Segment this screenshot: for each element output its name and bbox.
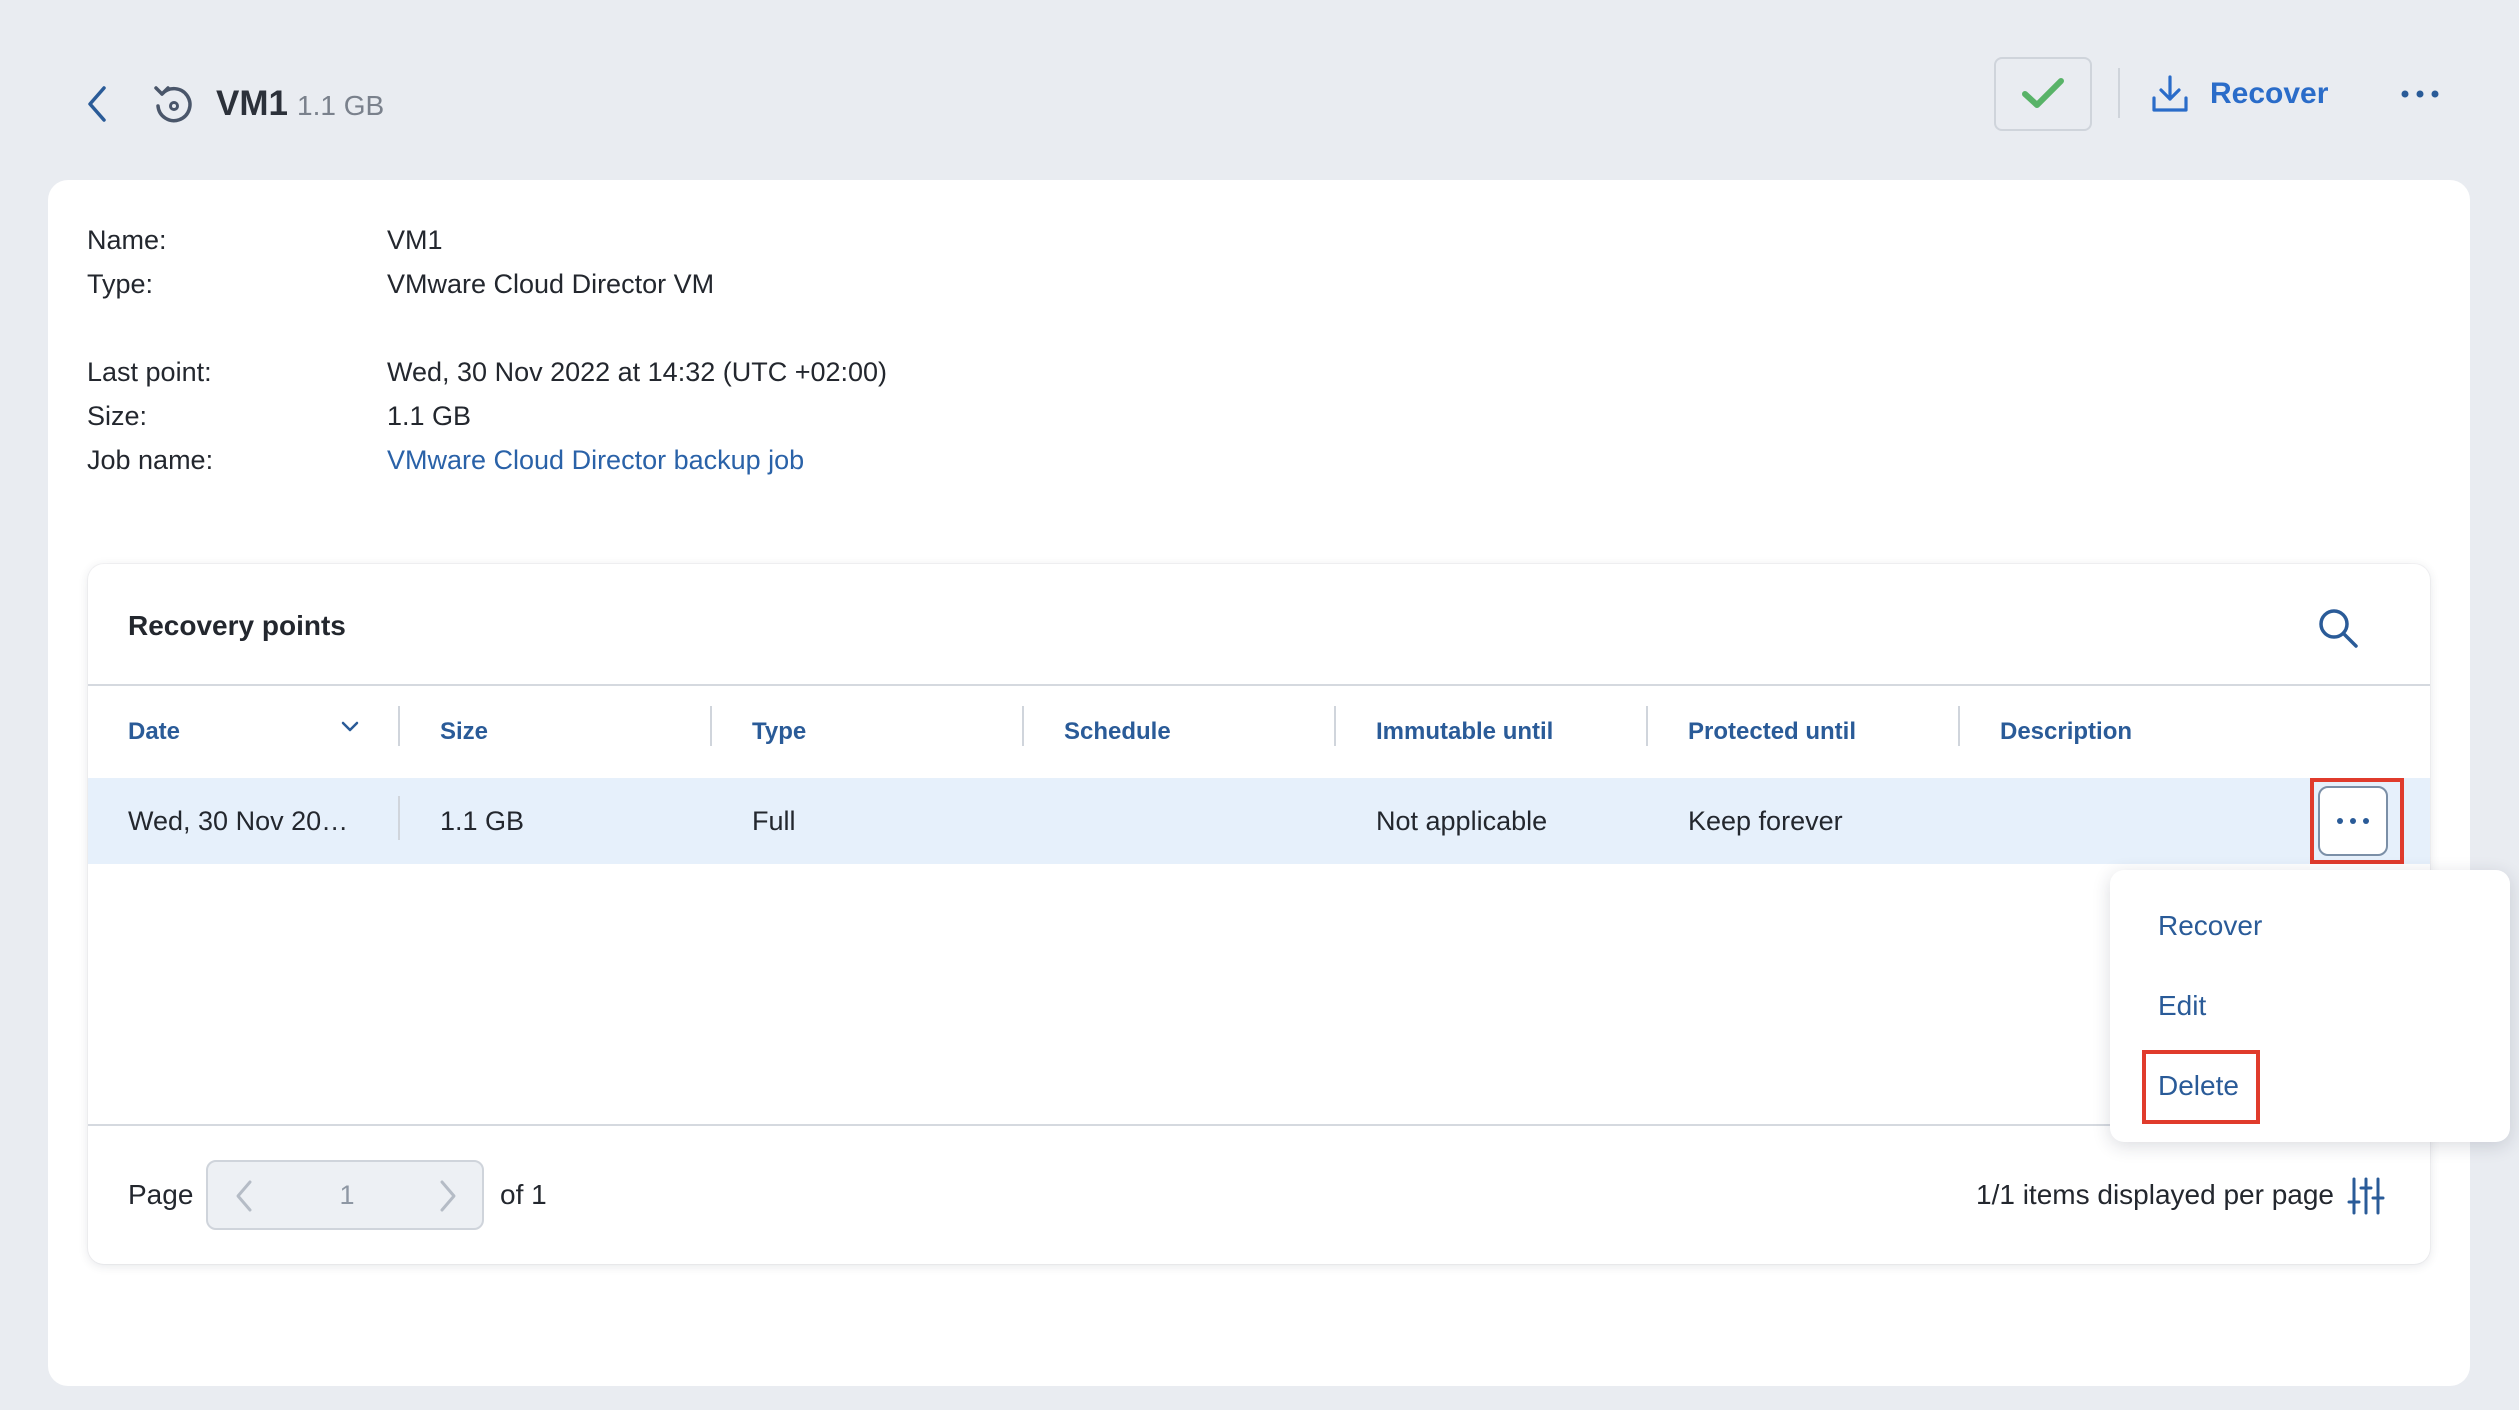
sliders-icon[interactable] xyxy=(2346,1176,2386,1216)
table-row[interactable]: Wed, 30 Nov 20… 1.1 GB Full Not applicab… xyxy=(88,778,2430,864)
column-header-label: Type xyxy=(752,718,807,745)
restore-icon xyxy=(154,86,192,123)
highlight-box xyxy=(2142,1050,2260,1124)
column-header-protected-until[interactable]: Protected until xyxy=(1648,686,1958,778)
pager xyxy=(206,1160,484,1230)
column-header-immutable-until[interactable]: Immutable until xyxy=(1336,686,1646,778)
details-card: Name: VM1 Type: VMware Cloud Director VM… xyxy=(48,180,2470,1386)
page-header: VM1 1.1 GB Recover xyxy=(0,0,2519,180)
size-value: 1.1 GB xyxy=(387,401,472,431)
job-name-label: Job name: xyxy=(87,445,214,475)
check-button[interactable] xyxy=(1994,57,2092,131)
cell-description xyxy=(1960,778,2300,864)
last-point-value: Wed, 30 Nov 2022 at 14:32 (UTC +02:00) xyxy=(387,357,888,387)
column-header-label: Immutable until xyxy=(1376,718,1554,745)
recover-button-label: Recover xyxy=(2210,77,2329,110)
column-header-label: Protected until xyxy=(1688,718,1857,745)
download-icon xyxy=(2152,75,2188,112)
search-icon[interactable] xyxy=(2316,606,2360,650)
type-label: Type: xyxy=(87,269,154,299)
cell-size: 1.1 GB xyxy=(440,805,525,836)
chevron-right-icon[interactable] xyxy=(438,1179,458,1213)
name-value: VM1 xyxy=(387,225,443,255)
last-point-label: Last point: xyxy=(87,357,212,387)
cell-date: Wed, 30 Nov 20… xyxy=(128,805,349,836)
menu-item-edit[interactable]: Edit xyxy=(2158,984,2206,1028)
more-horizontal-icon xyxy=(2401,90,2439,98)
back-button[interactable] xyxy=(80,82,114,126)
highlight-box xyxy=(2310,778,2404,864)
name-label: Name: xyxy=(87,225,167,255)
panel-title: Recovery points xyxy=(128,610,346,641)
cell-protected-until: Keep forever xyxy=(1688,805,1843,836)
column-header-size[interactable]: Size xyxy=(400,686,710,778)
row-actions-menu: Recover Edit Delete xyxy=(2110,870,2510,1142)
page-title: VM1 xyxy=(216,84,288,123)
items-per-page-label: 1/1 items displayed per page xyxy=(1976,1179,2334,1210)
chevron-left-icon xyxy=(88,86,106,122)
column-header-label: Schedule xyxy=(1064,718,1171,745)
cell-schedule xyxy=(1024,778,1334,864)
recover-button[interactable]: Recover xyxy=(2150,64,2328,124)
cell-type: Full xyxy=(752,805,796,836)
recovery-points-panel: Recovery points Date Size Type Schedule … xyxy=(88,564,2430,1264)
table-header: Date Size Type Schedule Immutable until xyxy=(88,686,2430,778)
menu-item-recover[interactable]: Recover xyxy=(2158,904,2262,948)
size-label: Size: xyxy=(87,401,148,431)
cell-immutable-until: Not applicable xyxy=(1376,805,1548,836)
page-label: Page xyxy=(128,1179,194,1210)
chevron-left-icon[interactable] xyxy=(234,1179,254,1213)
chevron-down-icon[interactable] xyxy=(340,720,360,734)
column-header-label: Size xyxy=(440,718,489,745)
type-value: VMware Cloud Director VM xyxy=(387,269,715,299)
check-icon xyxy=(2022,78,2064,108)
vm-size: 1.1 GB xyxy=(297,90,385,121)
column-header-schedule[interactable]: Schedule xyxy=(1024,686,1334,778)
column-header-label: Date xyxy=(128,718,181,745)
header-divider xyxy=(2118,68,2120,118)
job-name-link[interactable]: VMware Cloud Director backup job xyxy=(387,440,804,480)
column-header-description[interactable]: Description xyxy=(1960,686,2300,778)
more-actions-button[interactable] xyxy=(2396,74,2444,114)
footer-divider xyxy=(88,1124,2430,1126)
column-header-type[interactable]: Type xyxy=(712,686,1022,778)
column-header-date[interactable]: Date xyxy=(88,686,398,778)
page-count-label: of 1 xyxy=(500,1179,547,1210)
page-number-input[interactable] xyxy=(268,1162,426,1228)
column-header-label: Description xyxy=(2000,718,2133,745)
